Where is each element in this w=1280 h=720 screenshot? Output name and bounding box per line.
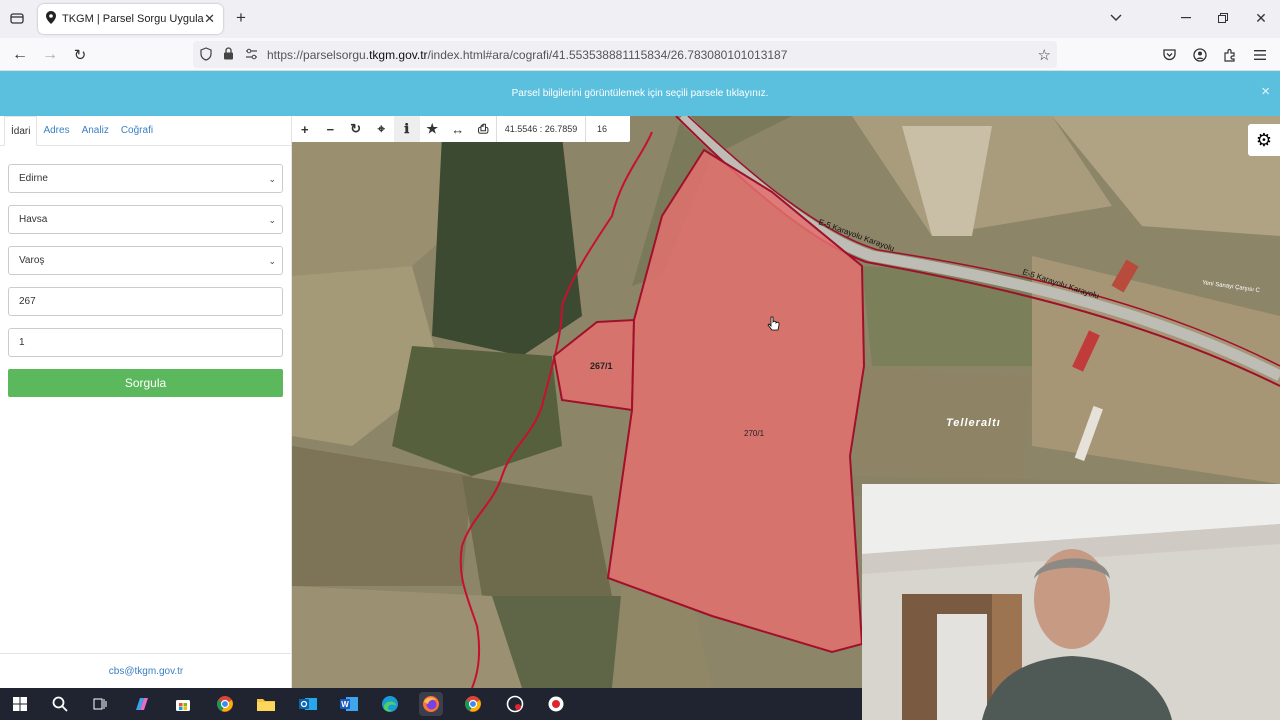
shield-icon [200,47,212,64]
district-select[interactable]: Havsa ⌄ [8,205,283,234]
refresh-icon[interactable]: ↻ [343,116,369,142]
new-tab-button[interactable]: + [232,8,250,27]
tab-title: TKGM | Parsel Sorgu Uygulama [62,13,205,25]
pocket-icon[interactable] [1160,46,1178,64]
zoom-in-icon[interactable]: + [292,116,318,142]
explorer-icon[interactable] [254,692,278,716]
tab-idari[interactable]: İdari [4,116,38,146]
chevron-down-icon: ⌄ [268,174,276,184]
bookmark-star-icon[interactable]: ☆ [1038,46,1051,64]
block-value: 267 [19,296,36,307]
parcel-label-267: 267/1 [590,361,613,371]
chrome-icon[interactable] [213,692,237,716]
parcel-label-270: 270/1 [744,429,765,438]
app-icon[interactable] [544,692,568,716]
map-pin-icon [46,11,56,27]
windows-taskbar: W [0,688,862,720]
back-arrow-icon[interactable]: ← [10,45,30,65]
windows-icon[interactable] [8,692,32,716]
footer-email-link[interactable]: cbs@tkgm.gov.tr [0,653,292,688]
url-prefix: https://parselsorgu. [267,47,370,62]
browser-tab[interactable]: TKGM | Parsel Sorgu Uygulama ✕ [38,4,223,34]
browser-tabbar: TKGM | Parsel Sorgu Uygulama ✕ + ✕ [0,0,1280,38]
chevron-down-icon[interactable] [1108,10,1124,26]
query-tabs: İdari Adres Analiz Coğrafi [0,116,291,146]
gear-icon[interactable]: ⚙ [1248,124,1280,156]
menu-icon[interactable] [1251,46,1269,64]
close-window-icon[interactable]: ✕ [1252,9,1270,27]
zoom-level: 16 [596,124,607,134]
tab-adres[interactable]: Adres [37,116,75,145]
app-icon[interactable] [503,692,527,716]
neighborhood-value: Varoş [19,255,45,266]
forward-arrow-icon[interactable]: → [40,45,60,65]
tab-list-icon[interactable] [8,9,26,27]
extensions-icon[interactable] [1221,46,1239,64]
webcam-overlay [862,484,1280,720]
permissions-icon[interactable] [245,48,258,63]
province-select[interactable]: Edirne ⌄ [8,164,283,193]
url-domain: tkgm.gov.tr [369,47,428,62]
info-icon[interactable]: ℹ [394,116,420,142]
copilot-icon[interactable] [130,692,154,716]
edge-icon[interactable] [378,692,402,716]
place-label: Telleraltı [946,417,1001,429]
district-value: Havsa [19,214,48,225]
chevron-down-icon: ⌄ [268,215,276,225]
parcel-input[interactable]: 1 [8,328,283,357]
outlook-icon[interactable] [296,692,320,716]
banner-close-icon[interactable]: × [1261,83,1270,100]
word-icon[interactable]: W [337,692,361,716]
chrome-icon[interactable] [461,692,485,716]
search-icon[interactable] [48,692,72,716]
tab-analiz[interactable]: Analiz [76,116,115,145]
tab-close-icon[interactable]: ✕ [204,11,215,27]
svg-text:W: W [341,700,349,709]
browser-navbar: ← → ↻ https://parselsorgu. tkgm.gov.tr/in… [0,38,1280,71]
zoom-out-icon[interactable]: − [318,116,344,142]
minimize-icon[interactable] [1178,10,1194,26]
url-path: /index.html#ara/cografi/41.5535388811158… [427,47,788,62]
print-icon[interactable]: ⎙ [471,116,497,142]
reload-icon[interactable]: ↻ [70,45,90,65]
province-value: Edirne [19,173,48,184]
coordinate-readout: 41.5546 : 26.7859 [496,116,586,142]
parcel-value: 1 [19,337,25,348]
tab-cografi[interactable]: Coğrafi [115,116,159,145]
block-input[interactable]: 267 [8,287,283,316]
restore-icon[interactable] [1215,10,1231,26]
query-sidebar: İdari Adres Analiz Coğrafi Edirne ⌄ Havs… [0,116,292,688]
address-bar[interactable]: https://parselsorgu. tkgm.gov.tr/index.ht… [193,41,1057,68]
task-view-icon[interactable] [88,692,112,716]
star-icon[interactable]: ★ [420,116,446,142]
sorgula-button[interactable]: Sorgula [8,369,283,397]
chevron-down-icon: ⌄ [268,256,276,266]
info-banner: Parsel bilgilerini görüntülemek için seç… [0,71,1280,116]
neighborhood-select[interactable]: Varoş ⌄ [8,246,283,275]
lock-icon [223,47,234,63]
banner-message: Parsel bilgilerini görüntülemek için seç… [511,88,769,99]
map-toolbar: + − ↻ ⌖ ℹ ★ ↔ ⎙ 41.5546 : 26.7859 16 [292,116,630,142]
account-icon[interactable] [1191,46,1209,64]
measure-icon[interactable]: ↔ [445,116,471,142]
firefox-icon[interactable] [419,692,443,716]
store-icon[interactable] [171,692,195,716]
locate-icon[interactable]: ⌖ [369,116,395,142]
